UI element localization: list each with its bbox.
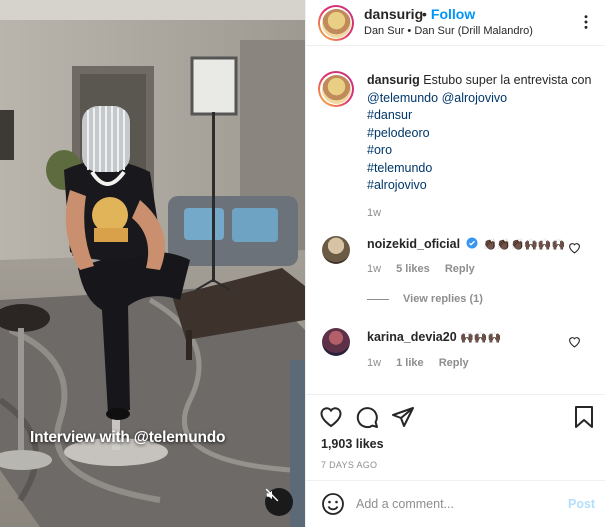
caption-age[interactable]: 1w xyxy=(367,207,381,219)
replies-divider xyxy=(367,298,389,300)
comment-text: 🙌🏿🙌🏿🙌🏿 xyxy=(460,332,502,344)
author-avatar[interactable] xyxy=(318,5,354,41)
follow-button[interactable]: • Follow xyxy=(422,6,475,22)
hashtag-link[interactable]: #oro xyxy=(367,142,592,160)
share-icon[interactable] xyxy=(391,405,415,429)
post-comment-button[interactable]: Post xyxy=(568,497,595,511)
comment-like-heart-icon[interactable] xyxy=(568,336,581,348)
video-frame xyxy=(0,0,305,527)
comments-section[interactable]: dansurig Estubo super la entrevista con … xyxy=(306,47,605,394)
post-header: dansurig • Follow Dan Sur • Dan Sur (Dril… xyxy=(306,0,605,46)
mention-link[interactable]: @alrojovivo xyxy=(442,91,508,105)
commenter-avatar[interactable] xyxy=(322,328,350,356)
post-panel: dansurig • Follow Dan Sur • Dan Sur (Dril… xyxy=(305,0,605,527)
author-username[interactable]: dansurig xyxy=(364,6,423,22)
hashtag-link[interactable]: #alrojovivo xyxy=(367,177,592,195)
comment-likes[interactable]: 5 likes xyxy=(396,263,430,275)
header-separator: • xyxy=(422,6,427,22)
view-replies-button[interactable]: View replies (1) xyxy=(367,293,483,305)
comment-item: karina_devia20 🙌🏿🙌🏿🙌🏿 xyxy=(367,330,501,344)
comment-age[interactable]: 1w xyxy=(367,357,381,369)
hashtag-link[interactable]: #dansur xyxy=(367,107,592,125)
post-date[interactable]: 7 DAYS AGO xyxy=(321,460,377,470)
hashtag-link[interactable]: #telemundo xyxy=(367,160,592,178)
comment-item: noizekid_oficial 👏🏿👏🏿👏🏿🙌🏿🙌🏿🙌🏿 xyxy=(367,237,565,251)
commenter-username[interactable]: noizekid_oficial xyxy=(367,237,460,251)
heart-icon[interactable] xyxy=(319,405,343,429)
mute-toggle-button[interactable] xyxy=(265,488,293,516)
caption-text: Estubo super la entrevista con xyxy=(423,73,592,87)
emoji-icon[interactable] xyxy=(321,492,345,516)
video-player[interactable]: Interview with @telemundo xyxy=(0,0,305,527)
view-replies-label: View replies (1) xyxy=(403,293,483,305)
commenter-avatar[interactable] xyxy=(322,236,350,264)
caption-avatar[interactable] xyxy=(318,71,354,107)
post-actions: 1,903 likes 7 DAYS AGO xyxy=(306,394,605,478)
video-caption: Interview with @telemundo xyxy=(30,429,226,446)
bookmark-icon[interactable] xyxy=(572,405,596,429)
comment-likes[interactable]: 1 like xyxy=(396,357,424,369)
post-caption: dansurig Estubo super la entrevista con … xyxy=(367,72,592,222)
comment-like-heart-icon[interactable] xyxy=(568,242,581,254)
hashtag-link[interactable]: #pelodeoro xyxy=(367,125,592,143)
mention-link[interactable]: @telemundo xyxy=(367,91,438,105)
caption-username[interactable]: dansurig xyxy=(367,73,420,87)
reply-button[interactable]: Reply xyxy=(445,263,475,275)
commenter-username[interactable]: karina_devia20 xyxy=(367,330,457,344)
audio-subtitle[interactable]: Dan Sur • Dan Sur (Drill Malandro) xyxy=(364,25,533,37)
verified-badge-icon xyxy=(466,237,478,249)
follow-label: Follow xyxy=(430,6,476,22)
more-options-icon[interactable] xyxy=(578,14,594,30)
comment-input[interactable] xyxy=(356,494,556,514)
comment-icon[interactable] xyxy=(355,405,379,429)
likes-count[interactable]: 1,903 likes xyxy=(321,437,384,451)
comment-text: 👏🏿👏🏿👏🏿🙌🏿🙌🏿🙌🏿 xyxy=(483,239,566,251)
add-comment-bar: Post xyxy=(306,480,605,527)
reply-button[interactable]: Reply xyxy=(439,357,469,369)
comment-age[interactable]: 1w xyxy=(367,263,381,275)
muted-speaker-icon xyxy=(265,488,279,502)
